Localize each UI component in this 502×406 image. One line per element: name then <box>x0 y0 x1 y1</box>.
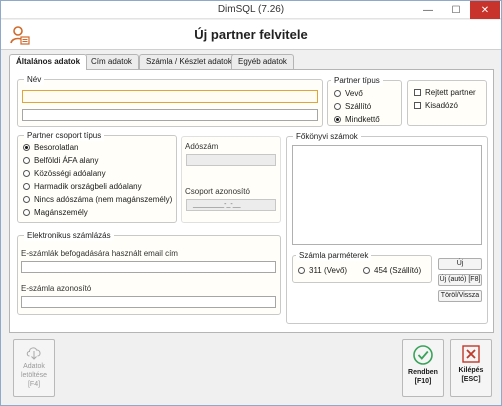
checkbox-label: Kisadózó <box>425 101 458 110</box>
radio-dot <box>23 170 30 177</box>
csoport-azonosito-input[interactable]: ________-_-__ <box>186 199 276 211</box>
radio-dot <box>298 267 305 274</box>
tab-cim-adatok[interactable]: Cím adatok <box>84 54 139 69</box>
szamla-parameterek-label: Számla parméterek <box>296 250 372 261</box>
radio-label: Közösségi adóalany <box>34 169 106 178</box>
name-input-line1[interactable] <box>22 90 318 103</box>
tab-egyeb-adatok[interactable]: Egyéb adatok <box>231 54 294 69</box>
radio-label: 454 (Szállító) <box>374 266 422 275</box>
radio-maganszemely[interactable]: Magánszemély <box>23 208 88 217</box>
radio-kozossegi-adoalany[interactable]: Közösségi adóalany <box>23 169 106 178</box>
radio-besorolatlan[interactable]: Besorolatlan <box>23 143 78 152</box>
cloud-download-icon <box>26 347 41 360</box>
radio-dot <box>23 209 30 216</box>
szamla-parameterek-group: Számla parméterek 311 (Vevő) 454 (Szállí… <box>292 250 432 283</box>
radio-dot-selected <box>334 116 341 123</box>
adoszam-label: Adószám <box>185 142 219 151</box>
einvoice-email-input[interactable] <box>21 261 276 273</box>
dialog-title: Új partner felvitele <box>194 27 308 42</box>
close-button[interactable]: ✕ <box>470 1 500 19</box>
partner-group-type-group: Partner csoport típus Besorolatlan Belfö… <box>17 130 177 223</box>
radio-dot <box>23 196 30 203</box>
tax-id-group: Adószám Csoport azonosító ________-_-__ <box>181 136 281 223</box>
radio-label: Szállító <box>345 102 372 111</box>
exit-x-icon <box>462 345 480 363</box>
radio-dot <box>23 157 30 164</box>
adoszam-input[interactable] <box>186 154 276 166</box>
radio-nincs-adoszama[interactable]: Nincs adószáma (nem magánszemély) <box>23 195 172 204</box>
radio-311-vevo[interactable]: 311 (Vevő) <box>298 266 347 275</box>
nev-label: Név <box>24 74 45 85</box>
checkbox-rejtett-partner[interactable]: Rejtett partner <box>414 88 476 97</box>
partner-type-group: Partner típus Vevő Szállító Mindkettő <box>327 75 402 126</box>
radio-dot <box>334 103 341 110</box>
radio-mindketto[interactable]: Mindkettő <box>334 115 380 124</box>
nev-group: Név <box>17 74 323 127</box>
checkbox-box <box>414 89 421 96</box>
tab-szamla-keszlet-adatok[interactable]: Számla / Készlet adatok <box>139 54 239 69</box>
radio-label: Belföldi ÁFA alany <box>34 156 99 165</box>
radio-label: Nincs adószáma (nem magánszemély) <box>34 195 173 204</box>
rendben-label: Rendben [F10] <box>408 369 438 385</box>
radio-dot-selected <box>23 144 30 151</box>
adatok-letoltese-label: Adatok letöltése [F4] <box>20 363 48 388</box>
radio-vevo[interactable]: Vevő <box>334 89 363 98</box>
radio-label: Magánszemély <box>34 208 88 217</box>
fokonyvi-list[interactable] <box>292 145 482 245</box>
dialog-header: Új partner felvitele <box>1 20 501 50</box>
checkbox-box <box>414 102 421 109</box>
general-data-panel: Név Partner típus Vevő Szállító Mindkett… <box>9 69 494 333</box>
kilepes-button[interactable]: Kilépés [ESC] <box>450 339 492 397</box>
tab-altalanos-adatok[interactable]: Általános adatok <box>9 54 88 70</box>
rendben-button[interactable]: Rendben [F10] <box>402 339 444 397</box>
checkbox-label: Rejtett partner <box>425 88 476 97</box>
radio-label: 311 (Vevő) <box>309 266 348 275</box>
partner-type-label: Partner típus <box>331 75 383 86</box>
radio-label: Mindkettő <box>345 115 380 124</box>
uj-button[interactable]: Új <box>438 258 482 270</box>
app-window: DimSQL (7.26) — ☐ ✕ Új partner felvitele… <box>0 0 502 406</box>
radio-label: Besorolatlan <box>34 143 79 152</box>
einvoice-id-input[interactable] <box>21 296 276 308</box>
radio-belfoldi-afa-alany[interactable]: Belföldi ÁFA alany <box>23 156 98 165</box>
kilepes-label: Kilépés [ESC] <box>458 367 484 383</box>
radio-dot <box>23 183 30 190</box>
name-input-line2[interactable] <box>22 109 318 121</box>
minimize-button[interactable]: — <box>414 1 442 19</box>
radio-dot <box>334 90 341 97</box>
radio-dot <box>363 267 370 274</box>
adatok-letoltese-button[interactable]: Adatok letöltése [F4] <box>13 339 55 397</box>
einvoice-email-label: E-számlák befogadására használt email cí… <box>21 249 178 258</box>
checkbox-kisadozo[interactable]: Kisadózó <box>414 101 458 110</box>
torol-vissza-button[interactable]: Töröl/Vissza <box>438 290 482 302</box>
partner-group-type-label: Partner csoport típus <box>24 130 105 141</box>
radio-454-szallito[interactable]: 454 (Szállító) <box>363 266 421 275</box>
title-bar: DimSQL (7.26) — ☐ ✕ <box>1 1 501 19</box>
partner-flags-group: Rejtett partner Kisadózó <box>407 80 487 126</box>
fokonyvi-szamok-group: Főkönyvi számok Számla parméterek 311 (V… <box>286 131 488 324</box>
csoport-azonosito-label: Csoport azonosító <box>185 187 250 196</box>
einvoice-id-label: E-számla azonosító <box>21 284 92 293</box>
radio-label: Harmadik országbeli adóalany <box>34 182 142 191</box>
radio-szallito[interactable]: Szállító <box>334 102 371 111</box>
einvoice-group: Elektronikus számlázás E-számlák befogad… <box>17 230 281 315</box>
radio-label: Vevő <box>345 89 363 98</box>
checkmark-icon <box>413 345 433 365</box>
maximize-button[interactable]: ☐ <box>442 1 470 19</box>
einvoice-label: Elektronikus számlázás <box>24 230 114 241</box>
uj-auto-button[interactable]: Új (autó) [F8] <box>438 274 482 286</box>
fokonyvi-szamok-label: Főkönyvi számok <box>293 131 361 142</box>
radio-harmadik-orszagbeli[interactable]: Harmadik országbeli adóalany <box>23 182 142 191</box>
